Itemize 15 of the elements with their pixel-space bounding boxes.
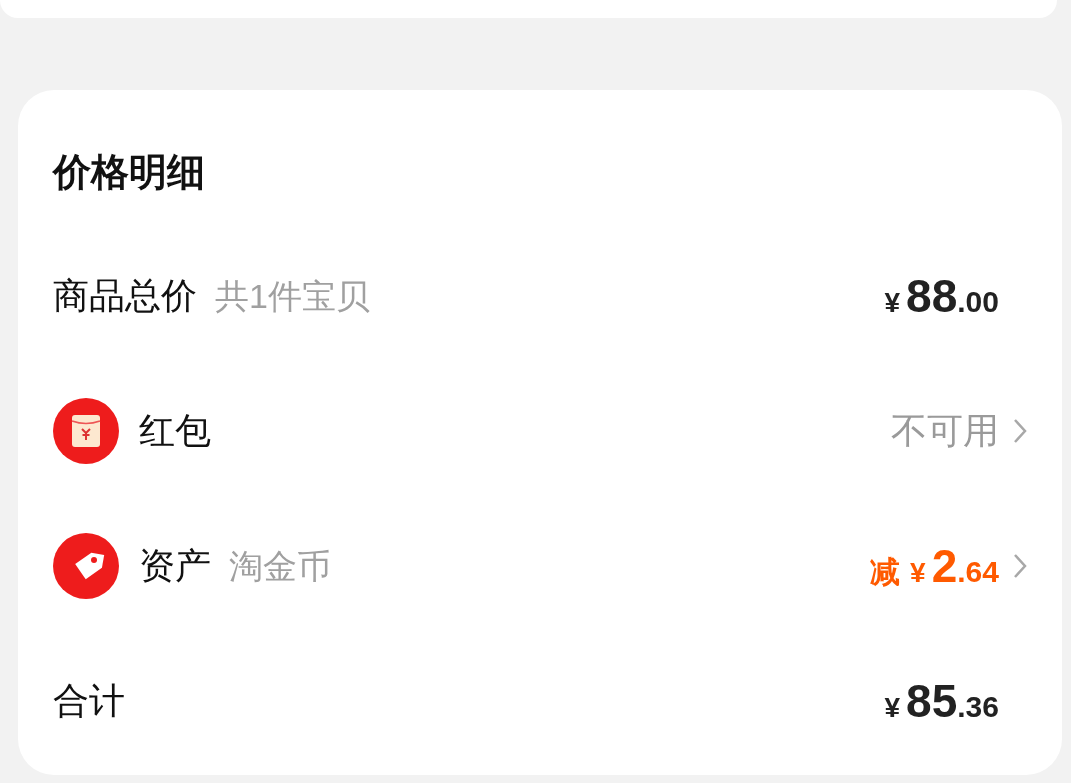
chevron-right-icon[interactable] (1013, 417, 1027, 444)
tag-icon (53, 532, 119, 599)
price-value: ¥88.00 (884, 272, 999, 319)
row-note: 共1件宝贝 (215, 278, 370, 313)
row-label: 商品总价 (53, 277, 197, 314)
row-label: 合计 (53, 682, 125, 719)
row-note: 淘金币 (229, 548, 331, 583)
price-value: ¥85.36 (884, 677, 999, 724)
price-value: 减 ¥2.64 (870, 542, 999, 589)
status-text: 不可用 (891, 412, 999, 449)
section-title: 价格明细 (53, 153, 205, 191)
row-label: 红包 (139, 412, 211, 449)
chevron-right-icon[interactable] (1013, 552, 1027, 579)
row-label: 资产 (139, 547, 211, 584)
envelope-icon (53, 397, 119, 464)
